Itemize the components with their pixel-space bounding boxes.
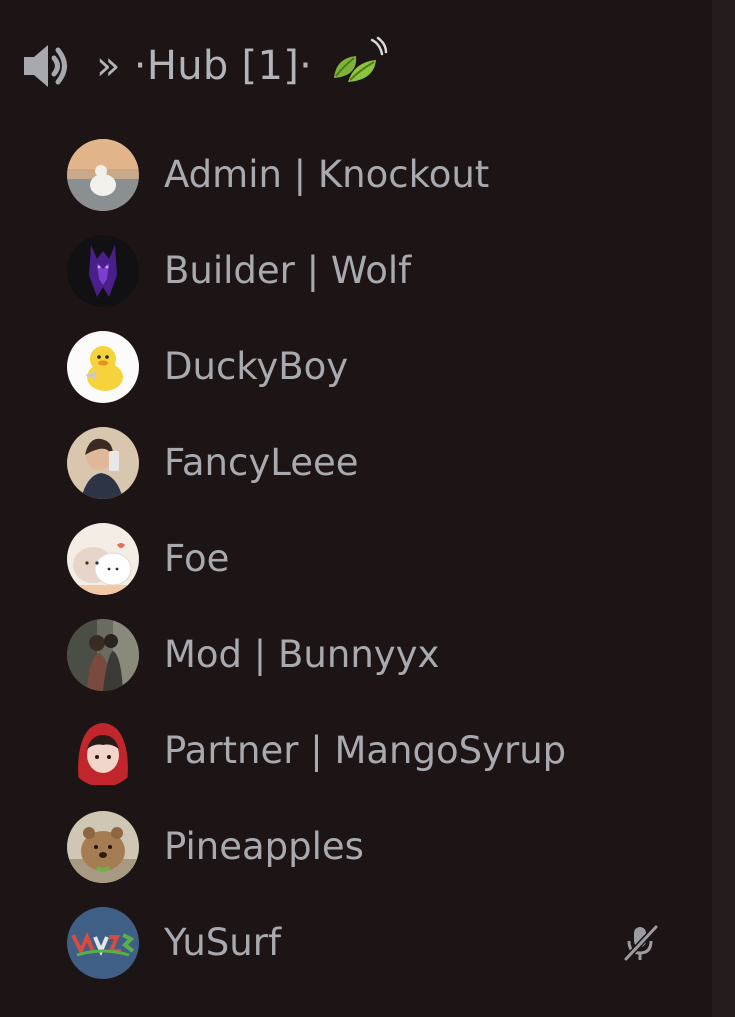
member-name: YuSurf (164, 921, 281, 964)
member-row[interactable]: Admin | Knockout (0, 127, 712, 223)
member-name: Mod | Bunnyyx (164, 633, 440, 676)
voice-channel-header[interactable]: » · Hub [1] · (20, 30, 390, 102)
member-name: Builder | Wolf (164, 249, 412, 292)
member-name: Pineapples (164, 825, 364, 868)
member-avatar[interactable] (67, 811, 139, 883)
member-row[interactable]: Builder | Wolf (0, 223, 712, 319)
member-avatar[interactable] (67, 715, 139, 787)
member-name: Admin | Knockout (164, 153, 490, 196)
member-avatar[interactable] (67, 907, 139, 979)
member-row[interactable]: Foe (0, 511, 712, 607)
member-row[interactable]: DuckyBoy (0, 319, 712, 415)
member-row[interactable]: FancyLeee (0, 415, 712, 511)
member-row[interactable]: Pineapples (0, 799, 712, 895)
member-row[interactable]: YuSurf (0, 895, 712, 991)
member-row[interactable]: Mod | Bunnyyx (0, 607, 712, 703)
scrollbar-track[interactable] (712, 0, 735, 1017)
member-avatar[interactable] (67, 619, 139, 691)
speaker-icon (20, 39, 74, 93)
channel-suffix: · (299, 43, 313, 89)
member-name: DuckyBoy (164, 345, 349, 388)
member-row[interactable]: Partner | MangoSyrup (0, 703, 712, 799)
member-avatar[interactable] (67, 331, 139, 403)
leaves-emoji-icon (326, 34, 390, 98)
channel-name: Hub [1] (146, 43, 300, 89)
member-name: FancyLeee (164, 441, 359, 484)
voice-member-list: Admin | Knockout Builder | Wolf DuckyBoy… (0, 127, 712, 991)
member-avatar[interactable] (67, 523, 139, 595)
muted-mic-icon (620, 923, 660, 963)
member-avatar[interactable] (67, 139, 139, 211)
member-name: Partner | MangoSyrup (164, 729, 567, 772)
channel-prefix: » · (96, 43, 147, 89)
member-name: Foe (164, 537, 230, 580)
member-avatar[interactable] (67, 235, 139, 307)
member-avatar[interactable] (67, 427, 139, 499)
